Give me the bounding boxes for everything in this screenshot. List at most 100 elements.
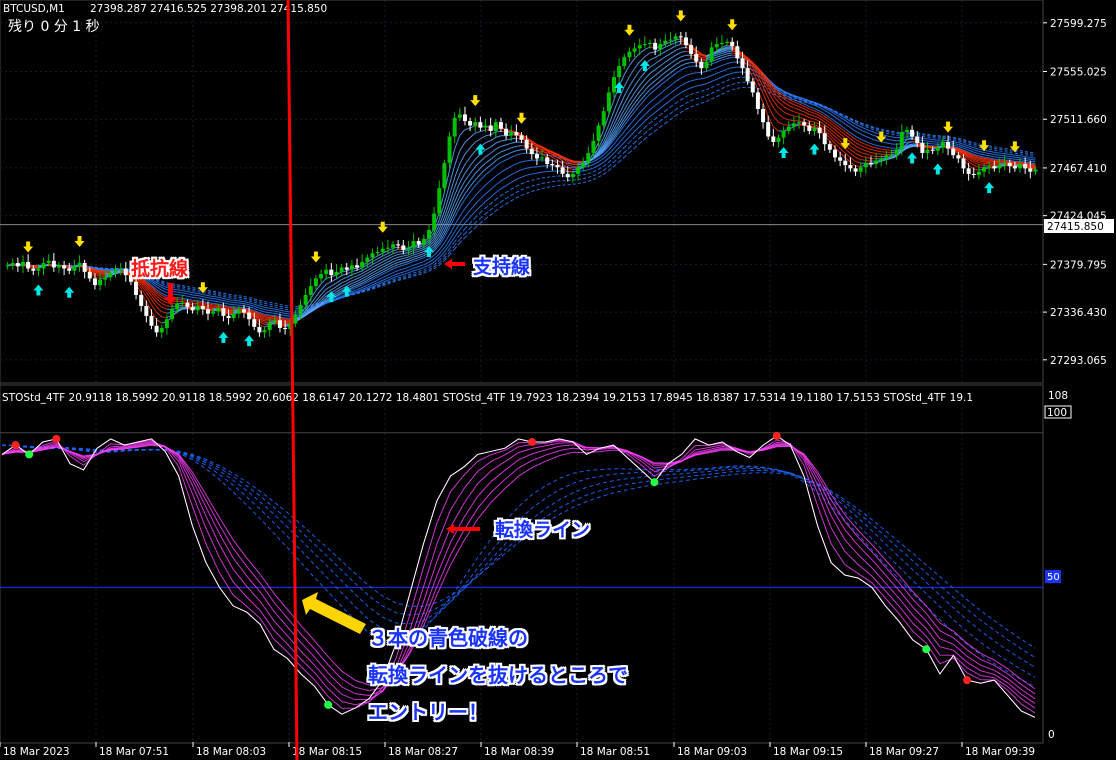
candle-body (329, 269, 334, 276)
price-ribbon-line (876, 153, 882, 155)
candle-body (961, 158, 966, 169)
price-ribbon-line (100, 270, 106, 272)
candle-body (1028, 168, 1033, 172)
candle-body (863, 162, 868, 168)
time-tick-label: 18 Mar 09:39 (965, 746, 1035, 758)
candle-body (113, 269, 118, 273)
candle-body (180, 302, 185, 304)
candle-body (714, 44, 719, 48)
candle-body (838, 157, 843, 161)
candle-body (529, 148, 534, 155)
resistance-annotation: 抵抗線 (131, 258, 189, 280)
candle-body (26, 261, 31, 269)
candle-body (632, 48, 637, 52)
candle-body (241, 309, 246, 313)
candle-body (786, 126, 791, 131)
candle-body (647, 42, 652, 45)
candle-body (642, 44, 647, 46)
time-tick-label: 18 Mar 07:51 (99, 746, 169, 758)
candle-body (92, 278, 97, 286)
support-annotation: 支持線 (473, 256, 531, 278)
price-ribbon-line (978, 164, 985, 166)
candle-body (283, 327, 288, 330)
candle-body (360, 261, 365, 268)
candle-body (889, 155, 894, 157)
indicator-label: STOStd_4TF 20.9118 18.5992 20.9118 18.59… (2, 392, 973, 404)
candle-body (812, 127, 817, 131)
candle-body (704, 61, 709, 69)
candle-body (77, 263, 82, 267)
support-ribbon-line (1019, 159, 1026, 161)
candle-body (87, 271, 92, 279)
candle-body (236, 309, 241, 314)
candle-body (940, 141, 945, 148)
candle-body (308, 286, 313, 295)
candle-body (935, 147, 940, 151)
candle-body (776, 137, 781, 142)
candle-body (560, 167, 565, 174)
sell-dot (11, 441, 20, 450)
candle-body (992, 166, 997, 169)
candle-body (432, 213, 437, 231)
candle-body (195, 305, 200, 311)
candle-body (473, 122, 478, 126)
price-ribbon-line (994, 159, 1000, 162)
time-tick-label: 18 Mar 08:03 (196, 746, 266, 758)
candle-body (658, 44, 663, 50)
candle-body (56, 265, 61, 268)
candle-body (216, 308, 221, 312)
trading-chart[interactable]: 27599.27527555.02527511.66027467.4102742… (0, 0, 1116, 760)
price-tick-label: 27599.275 (1050, 18, 1107, 30)
support-ribbon-line (1004, 157, 1010, 159)
candle-body (478, 122, 483, 128)
candle-body (550, 163, 555, 166)
support-ribbon-line (285, 315, 291, 317)
support-ribbon-line (531, 166, 537, 168)
current-price-value: 27415.850 (1047, 221, 1104, 233)
support-ribbon-line (238, 304, 245, 307)
candle-body (67, 268, 72, 271)
level-100-label: 100 (1047, 407, 1067, 419)
candle-body (20, 261, 25, 267)
candle-body (791, 123, 796, 127)
candle-body (391, 244, 396, 248)
support-ribbon-line (285, 312, 291, 315)
candle-body (694, 53, 699, 62)
candle-body (10, 263, 15, 266)
price-ribbon-line (572, 160, 579, 163)
candle-body (51, 260, 56, 268)
price-tick-label: 27293.065 (1050, 355, 1107, 367)
candle-body (370, 253, 375, 258)
time-tick-label: 18 Mar 08:39 (484, 746, 554, 758)
candle-body (426, 230, 431, 239)
price-ribbon-line (166, 305, 173, 307)
price-ribbon-line (161, 316, 167, 319)
support-ribbon-line (213, 296, 219, 298)
candle-body (591, 140, 596, 153)
support-ribbon-line (999, 154, 1005, 157)
price-ribbon-line (701, 57, 707, 59)
candle-body (956, 155, 961, 159)
candle-body (514, 132, 519, 136)
support-ribbon-line (994, 156, 1000, 158)
buy-dot (922, 645, 931, 654)
candle-body (324, 269, 329, 275)
candle-body (411, 241, 416, 248)
candle-body (601, 111, 606, 126)
candle-body (134, 281, 139, 295)
price-tick-label: 27379.795 (1050, 259, 1107, 271)
candle-body (144, 305, 149, 316)
candle-body (606, 92, 611, 112)
candle-body (709, 47, 714, 62)
candle-body (452, 117, 457, 137)
candle-body (976, 171, 981, 175)
candle-body (365, 257, 370, 262)
candle-body (82, 263, 87, 272)
candle-body (62, 265, 67, 269)
candle-body (339, 267, 344, 272)
level-50-label: 50 (1047, 572, 1060, 583)
candle-body (740, 58, 745, 69)
price-ribbon-line (207, 307, 214, 309)
candle-body (899, 132, 904, 150)
candle-body (298, 304, 303, 315)
